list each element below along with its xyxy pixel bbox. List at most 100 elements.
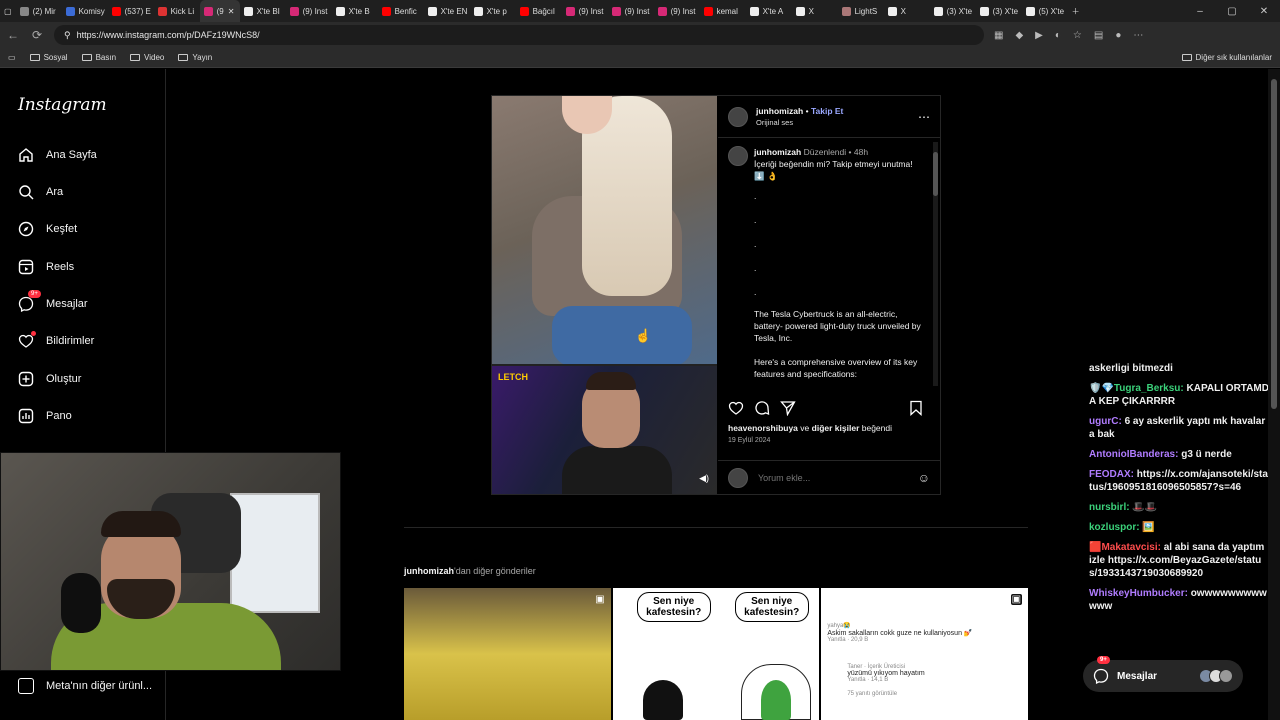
browser-tab[interactable]: (9) Inst [286,0,332,22]
sidebar-item-notifications[interactable]: Bildirimler [18,331,94,349]
browser-tab[interactable]: (3) X'te [976,0,1022,22]
sidebar-item-search[interactable]: Ara [18,184,63,200]
extension-icon[interactable]: ▶ [1035,30,1043,41]
page-scrollbar[interactable] [1268,69,1280,720]
menu-dots-icon[interactable]: ⋯ [1133,30,1143,41]
more-posts-username[interactable]: junhomizah [404,566,454,576]
sidebar-item-more-meta[interactable]: Meta'nın diğer ürünl... [18,678,152,694]
tab-title: (9 [216,6,224,16]
browser-tab[interactable]: Komisy [62,0,108,22]
caption-paragraph: The Tesla Cybertruck is an all-electric,… [754,309,921,343]
maximize-icon[interactable]: ▢ [1216,6,1248,17]
extension-icon[interactable]: ▦ [994,30,1003,41]
browser-tab-bar: ▢ (2) Mir Komisy (537) E Kick Li (9 ✕ X'te BI(… [0,0,1280,22]
caption-scrollbar[interactable] [933,142,938,386]
favorites-icon[interactable]: ☆ [1073,30,1082,41]
post-thumbnail[interactable]: ▣ yahya😭 Askim sakalların cokk guze ne k… [821,588,1029,720]
close-window-icon[interactable]: ✕ [1248,6,1280,17]
tab-favicon-icon [887,6,897,16]
browser-tab[interactable]: X'te B [332,0,378,22]
chat-username: ugurC: [1089,416,1122,427]
browser-tab[interactable]: (3) X'te [930,0,976,22]
browser-tab[interactable]: (5) X'te [1022,0,1068,22]
window-controls: – ▢ ✕ [1184,6,1280,17]
tab-title: (2) Mir [32,6,56,16]
bookmark-folder[interactable]: Yayın [178,53,212,62]
folder-icon [178,54,189,61]
instagram-logo[interactable]: Instagram [18,95,107,115]
browser-tab[interactable]: (2) Mir [16,0,62,22]
comment-icon[interactable] [754,400,770,416]
refresh-icon[interactable]: ⟳ [30,28,44,42]
comment-input[interactable] [758,472,908,483]
bookmark-folder[interactable]: Video [130,53,164,62]
browser-tab[interactable]: X'te p [470,0,516,22]
browser-tab[interactable]: (9) Inst [608,0,654,22]
post-video[interactable]: ☝ LETCH ◀) [492,96,717,494]
chat-text: 🖼️ [1142,522,1155,533]
username-link[interactable]: junhomizah [756,106,803,116]
site-info-icon[interactable]: ⚲ [64,30,71,41]
chat-message: 🟥Makatavcisi: al abi sana da yaptım izle… [1089,541,1269,580]
browser-tab[interactable]: X'te A [746,0,792,22]
chat-username: 🟥Makatavcisi: [1089,542,1161,553]
browser-tab[interactable]: Benfic [378,0,424,22]
browser-tab[interactable]: (9 ✕ [199,0,240,22]
tab-title: X [808,6,814,16]
sidebar-item-create[interactable]: Oluştur [18,371,81,387]
profile-avatar[interactable]: ● [1115,30,1121,41]
sidebar-item-explore[interactable]: Keşfet [18,221,77,237]
bookmark-folder[interactable]: Sosyal [29,53,68,62]
more-options-icon[interactable]: ⋯ [918,110,930,124]
tab-favicon-icon [111,6,121,16]
close-tab-icon[interactable]: ✕ [228,7,235,16]
follow-button[interactable]: Takip Et [811,106,843,116]
sidebar-item-dashboard[interactable]: Pano [18,408,72,424]
share-icon[interactable] [780,400,796,416]
liker-username[interactable]: heavenorshibuya [728,423,798,433]
browser-tab[interactable]: (537) E [108,0,154,22]
browser-tab[interactable]: Kick Li [154,0,200,22]
browser-menu-icon[interactable]: ▢ [0,0,16,22]
avatar[interactable] [728,146,748,166]
tab-title: kemal [716,6,738,16]
collections-icon[interactable]: ▤ [1094,30,1103,41]
browser-tab[interactable]: Bağcıl [516,0,562,22]
sidebar-item-messages[interactable]: 9+ Mesajlar [18,290,88,313]
bookmark-icon[interactable] [908,400,924,416]
sidebar-item-home[interactable]: Ana Sayfa [18,147,97,163]
other-likers-link[interactable]: diğer kişiler [812,423,860,433]
browser-tab[interactable]: (9) Inst [654,0,700,22]
sidebar-item-reels[interactable]: Reels [18,259,74,275]
browser-tab[interactable]: X'te BI [240,0,286,22]
folder-icon [29,54,40,61]
folder-icon [1181,54,1192,61]
browser-tab[interactable]: X [884,0,930,22]
audio-label[interactable]: Orijinal ses [756,117,843,129]
url-field[interactable]: ⚲ https://www.instagram.com/p/DAFz19WNcS… [54,25,984,45]
post-modal: ☝ LETCH ◀) junhomizah • Takip Et Orijina… [491,95,941,495]
messages-pill[interactable]: 9+ Mesajlar [1083,656,1243,692]
extension-icon[interactable]: ◆ [1015,30,1023,41]
emoji-icon[interactable]: ☺ [918,471,930,485]
browser-tab[interactable]: LightS [838,0,884,22]
other-favorites[interactable]: Diğer sık kullanılanlar [1181,53,1272,62]
post-thumbnail[interactable]: ▣ [404,588,611,720]
back-icon[interactable]: ← [6,28,20,42]
minimize-icon[interactable]: – [1184,6,1216,17]
browser-tab[interactable]: (9) Inst [562,0,608,22]
caption-username[interactable]: junhomizah [754,147,801,157]
like-heart-icon[interactable] [728,400,744,416]
browser-tab[interactable]: kemal [700,0,746,22]
post-thumbnail[interactable]: Sen niye kafestesin? Sen niye kafestesin… [612,588,820,720]
bookmark-apps-icon[interactable]: ▭ [8,53,16,62]
volume-icon[interactable]: ◀) [699,473,709,484]
avatar[interactable] [728,106,748,127]
reels-icon [18,259,34,275]
notification-dot [31,331,36,336]
browser-tab[interactable]: X'te EN [424,0,470,22]
extension-icon[interactable]: ◐ [1055,30,1061,41]
bookmark-folder[interactable]: Basın [81,53,116,62]
browser-tab[interactable]: X [792,0,838,22]
new-tab-button[interactable]: ＋ [1068,0,1084,22]
